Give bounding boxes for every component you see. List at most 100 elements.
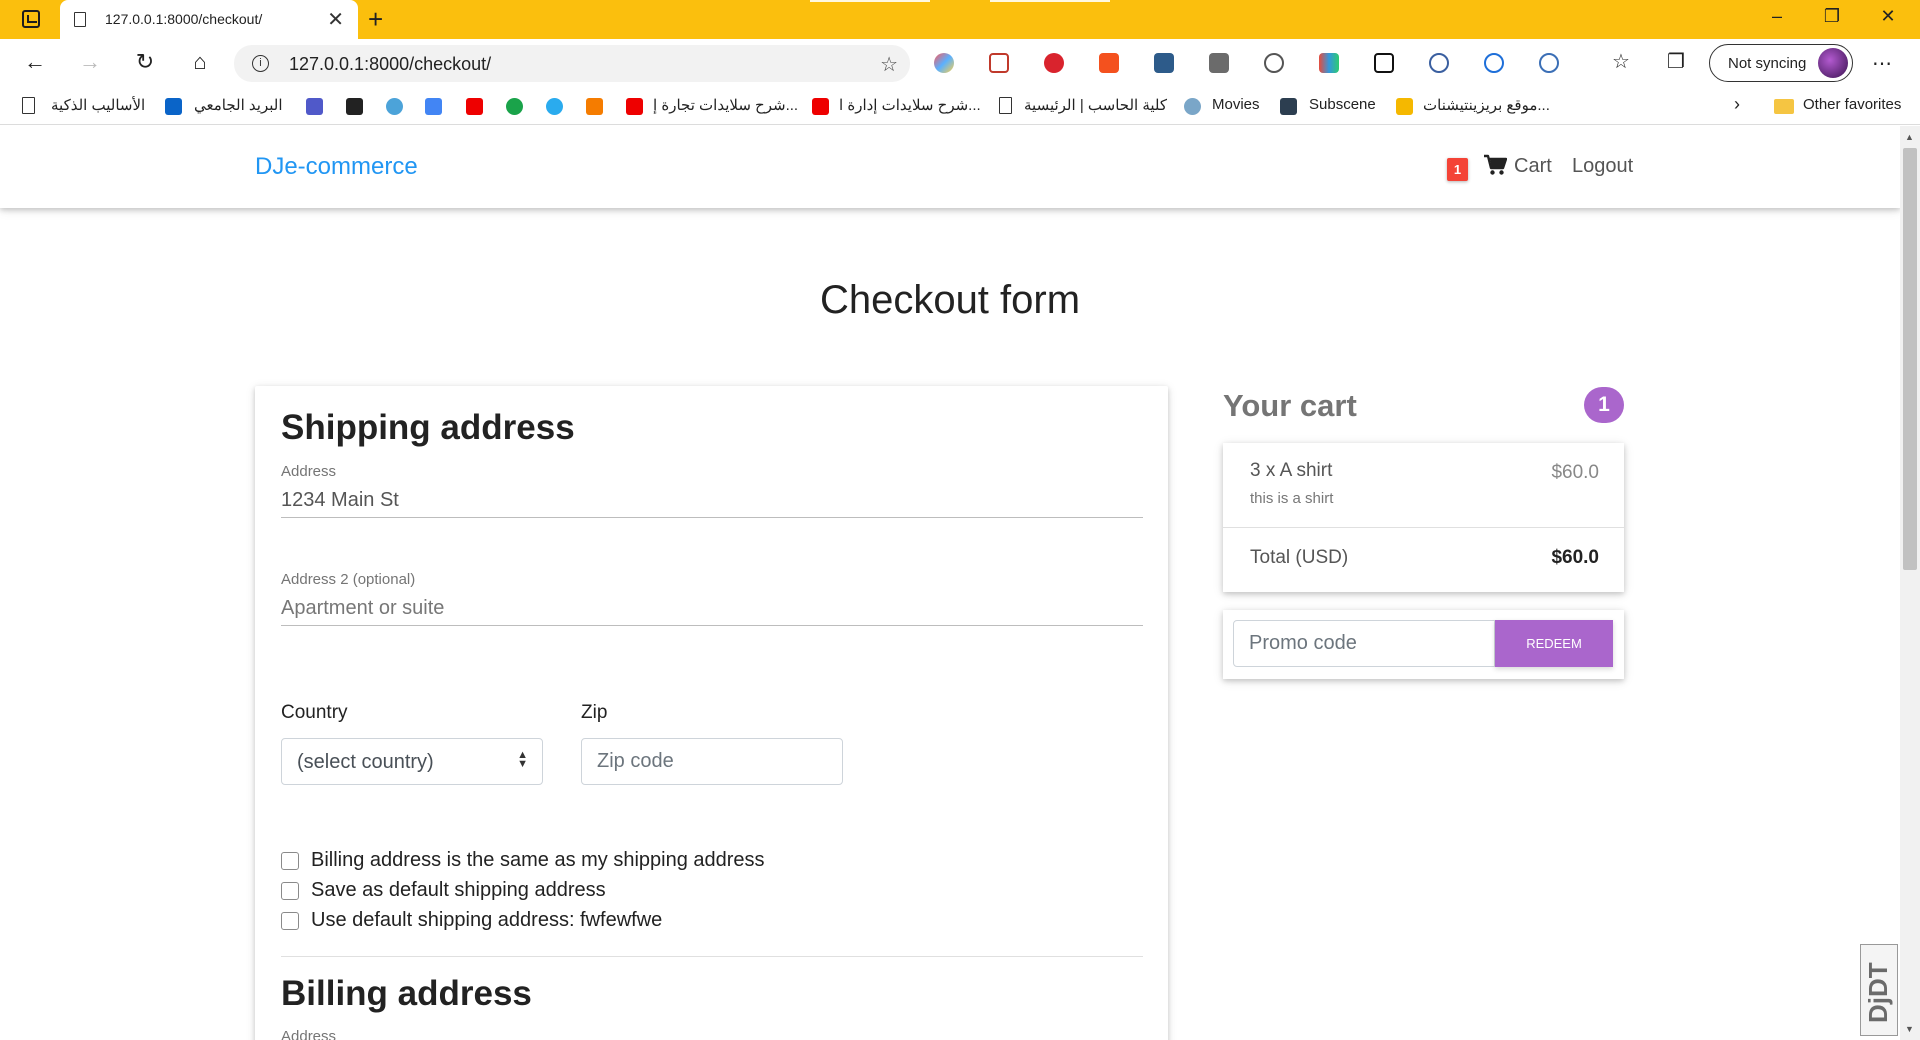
telegram-icon[interactable]: [546, 98, 563, 115]
extension-icon[interactable]: [506, 98, 523, 115]
other-favorites[interactable]: Other favorites: [1803, 96, 1901, 113]
add-favorite-icon[interactable]: ☆: [880, 52, 898, 77]
profile-sync-button[interactable]: Not syncing: [1709, 44, 1853, 82]
bookmark-icon: [1396, 98, 1413, 115]
extension-icon[interactable]: [1209, 53, 1229, 73]
bookmark-icon[interactable]: [586, 98, 603, 115]
cart-total-label: Total (USD): [1250, 547, 1349, 568]
home-button[interactable]: ⌂: [185, 49, 215, 75]
cart-total-value: $60.0: [1551, 547, 1599, 568]
extension-icon[interactable]: [1539, 53, 1559, 73]
tab-ghost-indicator: [990, 0, 1110, 2]
section-divider: [281, 956, 1143, 957]
favorite-item[interactable]: شرح سلايدات إدارة ا...: [839, 96, 981, 114]
nav-cart-link[interactable]: Cart: [1514, 155, 1552, 178]
movies-icon: [1184, 98, 1201, 115]
youtube-icon[interactable]: [466, 98, 483, 115]
extension-icon[interactable]: [934, 53, 954, 73]
cart-item-price: $60.0: [1551, 462, 1599, 483]
refresh-button[interactable]: ↻: [130, 49, 160, 75]
behance-icon[interactable]: [346, 98, 363, 115]
scroll-down-icon[interactable]: ▼: [1905, 1024, 1914, 1034]
info-icon[interactable]: i: [252, 55, 269, 72]
favorite-item[interactable]: الأساليب الذكية: [51, 96, 145, 114]
page-scrollbar[interactable]: ▲ ▼: [1900, 126, 1920, 1040]
site-brand-link[interactable]: DJe-commerce: [255, 153, 418, 181]
favorite-item[interactable]: كلية الحاسب | الرئيسية: [1024, 96, 1167, 114]
select-arrows-icon: ▲ ▼: [517, 749, 528, 770]
tab-close-icon[interactable]: ✕: [327, 7, 344, 32]
favorite-item[interactable]: البريد الجامعي: [194, 96, 283, 114]
forward-button[interactable]: →: [75, 49, 105, 75]
cart-heading: Your cart: [1223, 388, 1357, 423]
scrollbar-thumb[interactable]: [1903, 148, 1917, 570]
teams-icon[interactable]: [306, 98, 323, 115]
cart-divider: [1223, 527, 1624, 528]
minimize-button[interactable]: –: [1757, 6, 1797, 27]
save-default-label[interactable]: Save as default shipping address: [311, 879, 606, 902]
browser-tab-bar: 127.0.0.1:8000/checkout/ ✕ + – ❐ ✕: [0, 0, 1920, 39]
address-label: Address: [281, 463, 337, 480]
cart-count-badge[interactable]: 1: [1447, 158, 1468, 181]
chevron-right-icon[interactable]: ›: [1734, 94, 1740, 115]
speed-extension-icon[interactable]: [1264, 53, 1284, 73]
promo-card: REDEEM: [1223, 610, 1624, 679]
debug-toolbar-handle[interactable]: DjDT: [1860, 944, 1898, 1036]
cart-count-pill: 1: [1584, 387, 1624, 423]
country-select[interactable]: (select country) ▲ ▼: [281, 738, 543, 785]
tab-ghost-indicator: [810, 0, 930, 2]
page-viewport: DJe-commerce 1 Cart Logout Checkout form…: [0, 126, 1900, 1040]
address2-input[interactable]: [281, 592, 1143, 626]
use-default-label[interactable]: Use default shipping address: fwfewfwe: [311, 909, 662, 932]
notion-extension-icon[interactable]: [1374, 53, 1394, 73]
billing-address-label: Address: [281, 1028, 337, 1040]
search-extension-icon[interactable]: [1429, 53, 1449, 73]
zip-input[interactable]: [581, 738, 843, 785]
favorite-item[interactable]: Subscene: [1309, 96, 1376, 113]
favorite-item[interactable]: شرح سلايدات تجارة إ...: [653, 96, 798, 114]
cart-icon[interactable]: [1483, 154, 1507, 176]
page-title: Checkout form: [819, 278, 1081, 322]
extension-icon[interactable]: [1319, 53, 1339, 73]
back-button[interactable]: ←: [20, 49, 50, 75]
close-window-button[interactable]: ✕: [1868, 6, 1908, 27]
debug-toolbar-label: DjDT: [1863, 962, 1893, 1023]
new-tab-button[interactable]: +: [368, 4, 383, 35]
workspaces-icon[interactable]: [22, 10, 40, 28]
avatar: [1818, 48, 1848, 78]
redeem-button[interactable]: REDEEM: [1495, 620, 1613, 667]
save-default-checkbox[interactable]: [281, 882, 299, 900]
use-default-checkbox[interactable]: [281, 912, 299, 930]
youtube-icon: [626, 98, 643, 115]
favorite-item[interactable]: موقع بريزينتيشنات...: [1423, 96, 1550, 114]
billing-heading: Billing address: [281, 974, 532, 1013]
zip-label: Zip: [581, 702, 608, 723]
restore-button[interactable]: ❐: [1812, 6, 1852, 27]
address-input[interactable]: [281, 484, 1143, 518]
checkout-form-card: Shipping address Address Address 2 (opti…: [255, 386, 1168, 1040]
scroll-up-icon[interactable]: ▲: [1905, 132, 1914, 142]
collections-icon[interactable]: ❐: [1661, 49, 1691, 74]
wave-icon[interactable]: [386, 98, 403, 115]
favorites-bar: الأساليب الذكية البريد الجامعي شرح سلايد…: [0, 88, 1920, 125]
translate-icon[interactable]: [425, 98, 442, 115]
search-icon[interactable]: [1484, 53, 1504, 73]
pocket-extension-icon[interactable]: [989, 53, 1009, 73]
settings-more-icon[interactable]: ⋯: [1872, 51, 1893, 76]
favorite-item[interactable]: Movies: [1212, 96, 1260, 113]
cart-item-name: 3 x A shirt: [1250, 460, 1333, 481]
promo-code-input[interactable]: [1233, 620, 1495, 667]
folder-icon: [1774, 99, 1794, 114]
favorites-icon[interactable]: ☆: [1606, 49, 1636, 74]
adblock-extension-icon[interactable]: [1044, 53, 1064, 73]
nav-logout-link[interactable]: Logout: [1572, 155, 1633, 178]
extension-icon[interactable]: [1154, 53, 1174, 73]
address-bar[interactable]: i 127.0.0.1:8000/checkout/ ☆: [234, 45, 910, 82]
billing-same-checkbox[interactable]: [281, 852, 299, 870]
shipping-heading: Shipping address: [281, 408, 575, 447]
translate-extension-icon[interactable]: [1099, 53, 1119, 73]
billing-same-label[interactable]: Billing address is the same as my shippi…: [311, 849, 765, 872]
url-text[interactable]: 127.0.0.1:8000/checkout/: [289, 54, 491, 75]
browser-tab[interactable]: 127.0.0.1:8000/checkout/ ✕: [60, 0, 358, 39]
page-icon: [74, 12, 86, 27]
